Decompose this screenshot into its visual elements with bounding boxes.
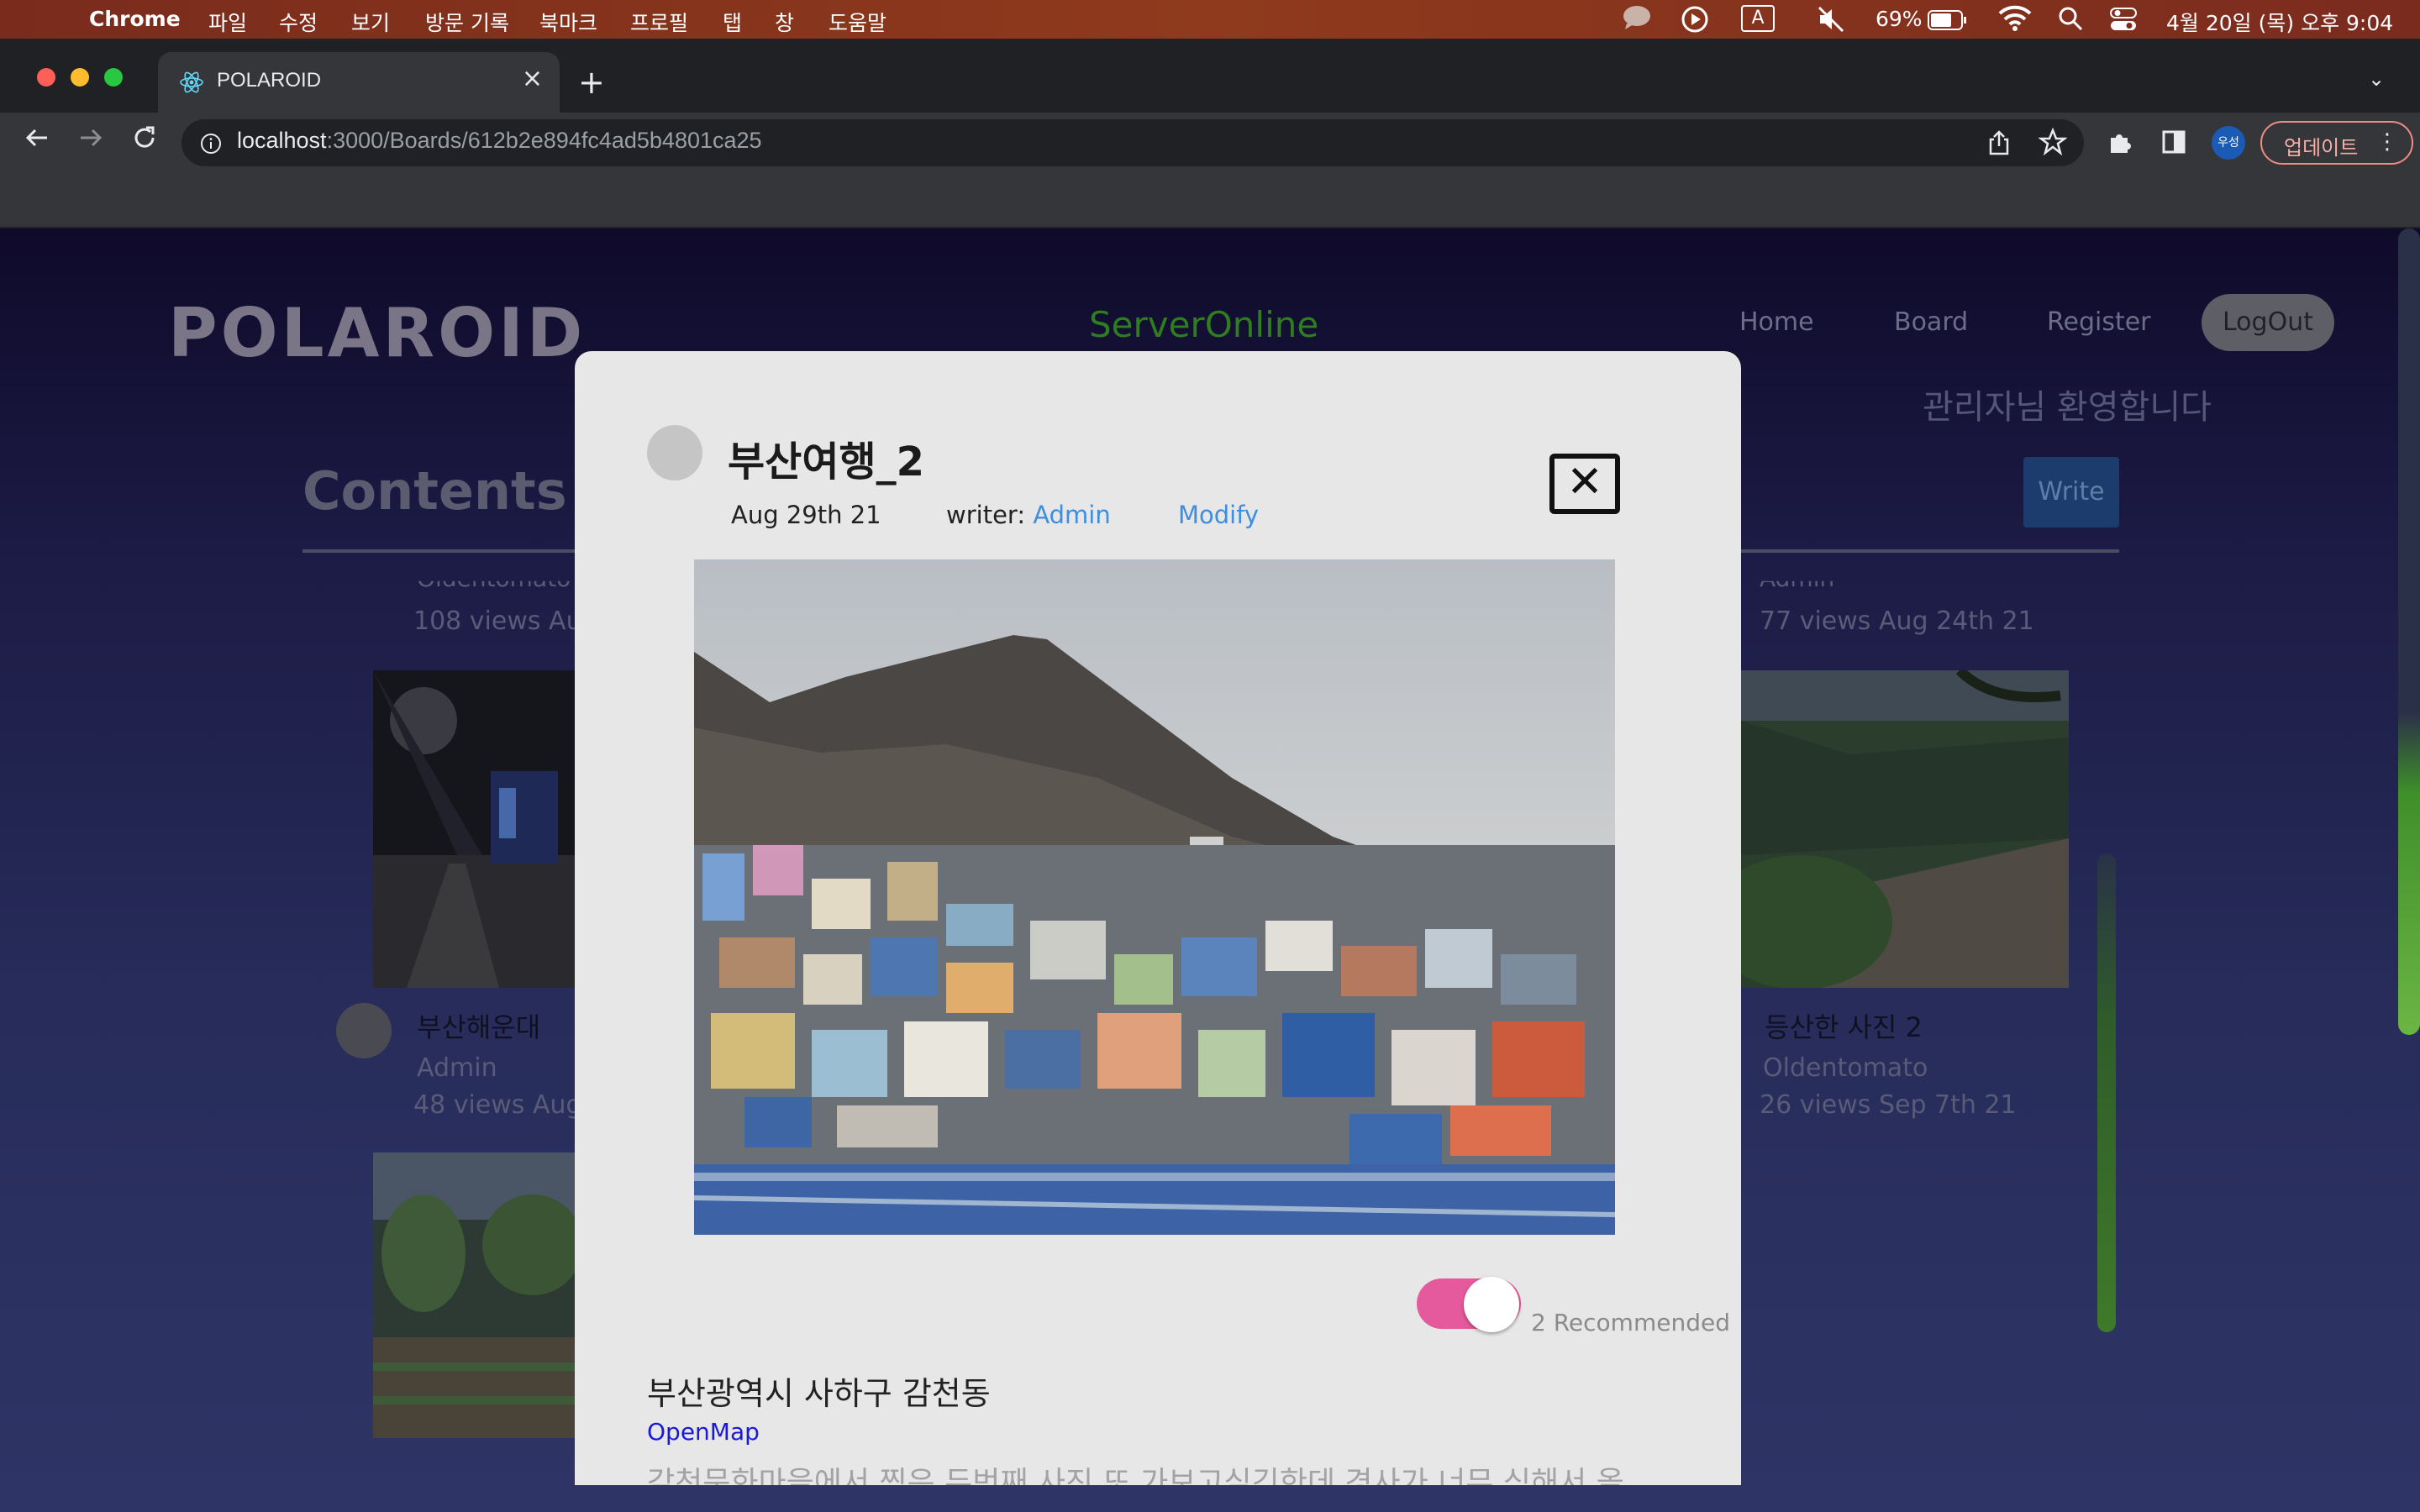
avatar [647, 425, 702, 480]
control-center-icon[interactable] [2109, 7, 2138, 37]
tab-search-chevron-icon[interactable]: ⌄ [2368, 67, 2385, 91]
card-views: 48 views Aug [413, 1090, 582, 1120]
recommend-toggle-knob[interactable] [1464, 1277, 1519, 1332]
card-writer: Admin [417, 1053, 497, 1083]
menu-file[interactable]: 파일 [208, 7, 247, 37]
menu-profile[interactable]: 프로필 [630, 7, 688, 37]
menu-view[interactable]: 보기 [351, 7, 390, 37]
post-date: Aug 29th 21 [731, 501, 881, 529]
post-title: 부산여행_2 [728, 438, 925, 486]
board-scrollbar[interactable] [2097, 853, 2116, 1332]
bookmark-star-icon[interactable] [2038, 127, 2068, 160]
window-minimize-button[interactable] [71, 68, 89, 87]
modify-link[interactable]: Modify [1178, 501, 1259, 529]
close-icon: ✕ [1566, 457, 1603, 507]
site-info-icon[interactable] [200, 133, 222, 158]
battery-percent: 69% [1876, 7, 1923, 31]
window-zoom-button[interactable] [104, 68, 123, 87]
writer-prefix: writer: [946, 501, 1034, 529]
card-views: 108 views Aug [413, 606, 598, 636]
card-views: 77 views Aug 24th 21 [1760, 606, 2034, 636]
update-label: 업데이트 [2284, 136, 2359, 160]
menu-edit[interactable]: 수정 [279, 7, 318, 37]
side-panel-icon[interactable] [2161, 129, 2186, 158]
back-icon[interactable] [22, 123, 52, 160]
update-button[interactable]: 업데이트 ⋮ [2260, 121, 2413, 165]
card-title[interactable]: 부산해운대 [417, 1006, 540, 1045]
nav-home[interactable]: Home [1739, 307, 1814, 337]
close-button[interactable]: ✕ [1549, 454, 1620, 514]
profile-avatar[interactable]: 우성 [2212, 126, 2245, 160]
play-icon[interactable] [1681, 5, 1709, 39]
url-host: localhost [237, 128, 327, 153]
modal-clip [575, 1485, 1741, 1512]
menu-help[interactable]: 도움말 [829, 7, 886, 37]
contents-heading: Contents [302, 460, 567, 522]
tab-title: POLAROID [217, 69, 322, 92]
open-map-link[interactable]: OpenMap [647, 1418, 760, 1446]
avatar [336, 1003, 392, 1058]
logout-button[interactable]: LogOut [2202, 294, 2334, 351]
post-location: 부산광역시 사하구 감천동 [647, 1375, 991, 1412]
tab-close-icon[interactable]: × [522, 64, 543, 93]
menu-bookmarks[interactable]: 북마크 [539, 7, 597, 37]
recommend-count: 2 Recommended [1531, 1309, 1730, 1336]
card-image-farm[interactable] [373, 1152, 575, 1438]
share-icon[interactable] [1986, 129, 2012, 160]
card-image-hiking[interactable] [1741, 670, 2069, 988]
nav-board[interactable]: Board [1894, 307, 1968, 337]
card-writer: Oldentomato [1763, 1053, 1928, 1083]
post-photo [694, 559, 1615, 1235]
url-path: :3000/Boards/612b2e894fc4ad5b4801ca25 [326, 128, 762, 153]
more-menu-icon[interactable]: ⋮ [2376, 129, 2398, 155]
page-scrollbar[interactable] [2398, 228, 2420, 1035]
extensions-icon[interactable] [2106, 128, 2134, 160]
react-icon [178, 69, 205, 96]
reload-icon[interactable] [129, 123, 160, 160]
message-icon[interactable] [1622, 5, 1652, 35]
browser-tab[interactable]: POLAROID × [158, 52, 560, 113]
post-writer: writer: Admin [946, 501, 1111, 529]
battery-icon[interactable] [1928, 10, 1968, 35]
input-source-icon[interactable]: A [1741, 5, 1775, 32]
clock[interactable]: 4월 20일 (목) 오후 9:04 [2166, 7, 2393, 37]
welcome-message: 관리자님 환영합니다 [1923, 388, 2212, 427]
card-views: 26 views Sep 7th 21 [1760, 1090, 2017, 1120]
server-status: ServerOnline [1089, 304, 1319, 345]
write-button[interactable]: Write [2023, 457, 2119, 528]
nav-register[interactable]: Register [2047, 307, 2151, 337]
card-title[interactable]: 등산한 사진 2 [1765, 1006, 1923, 1045]
forward-icon[interactable] [76, 123, 106, 160]
menubar-app-name[interactable]: Chrome [89, 7, 181, 31]
menu-tab[interactable]: 탭 [723, 7, 742, 37]
macos-menubar: Chrome 파일 수정 보기 방문 기록 북마크 프로필 탭 창 도움말 A … [0, 0, 2420, 39]
wifi-icon[interactable] [1998, 5, 2032, 37]
bookmark-bar [0, 173, 2420, 228]
site-logo[interactable]: POLAROID [168, 294, 586, 372]
menu-history[interactable]: 방문 기록 [425, 7, 509, 37]
new-tab-icon[interactable]: + [578, 64, 605, 101]
menu-window[interactable]: 창 [775, 7, 794, 37]
card-image-haeundae[interactable] [373, 670, 575, 988]
writer-link[interactable]: Admin [1033, 501, 1110, 529]
mute-icon[interactable] [1817, 5, 1845, 39]
url-text[interactable]: localhost:3000/Boards/612b2e894fc4ad5b48… [237, 128, 762, 154]
spotlight-search-icon[interactable] [2057, 5, 2084, 37]
window-close-button[interactable] [37, 68, 55, 87]
